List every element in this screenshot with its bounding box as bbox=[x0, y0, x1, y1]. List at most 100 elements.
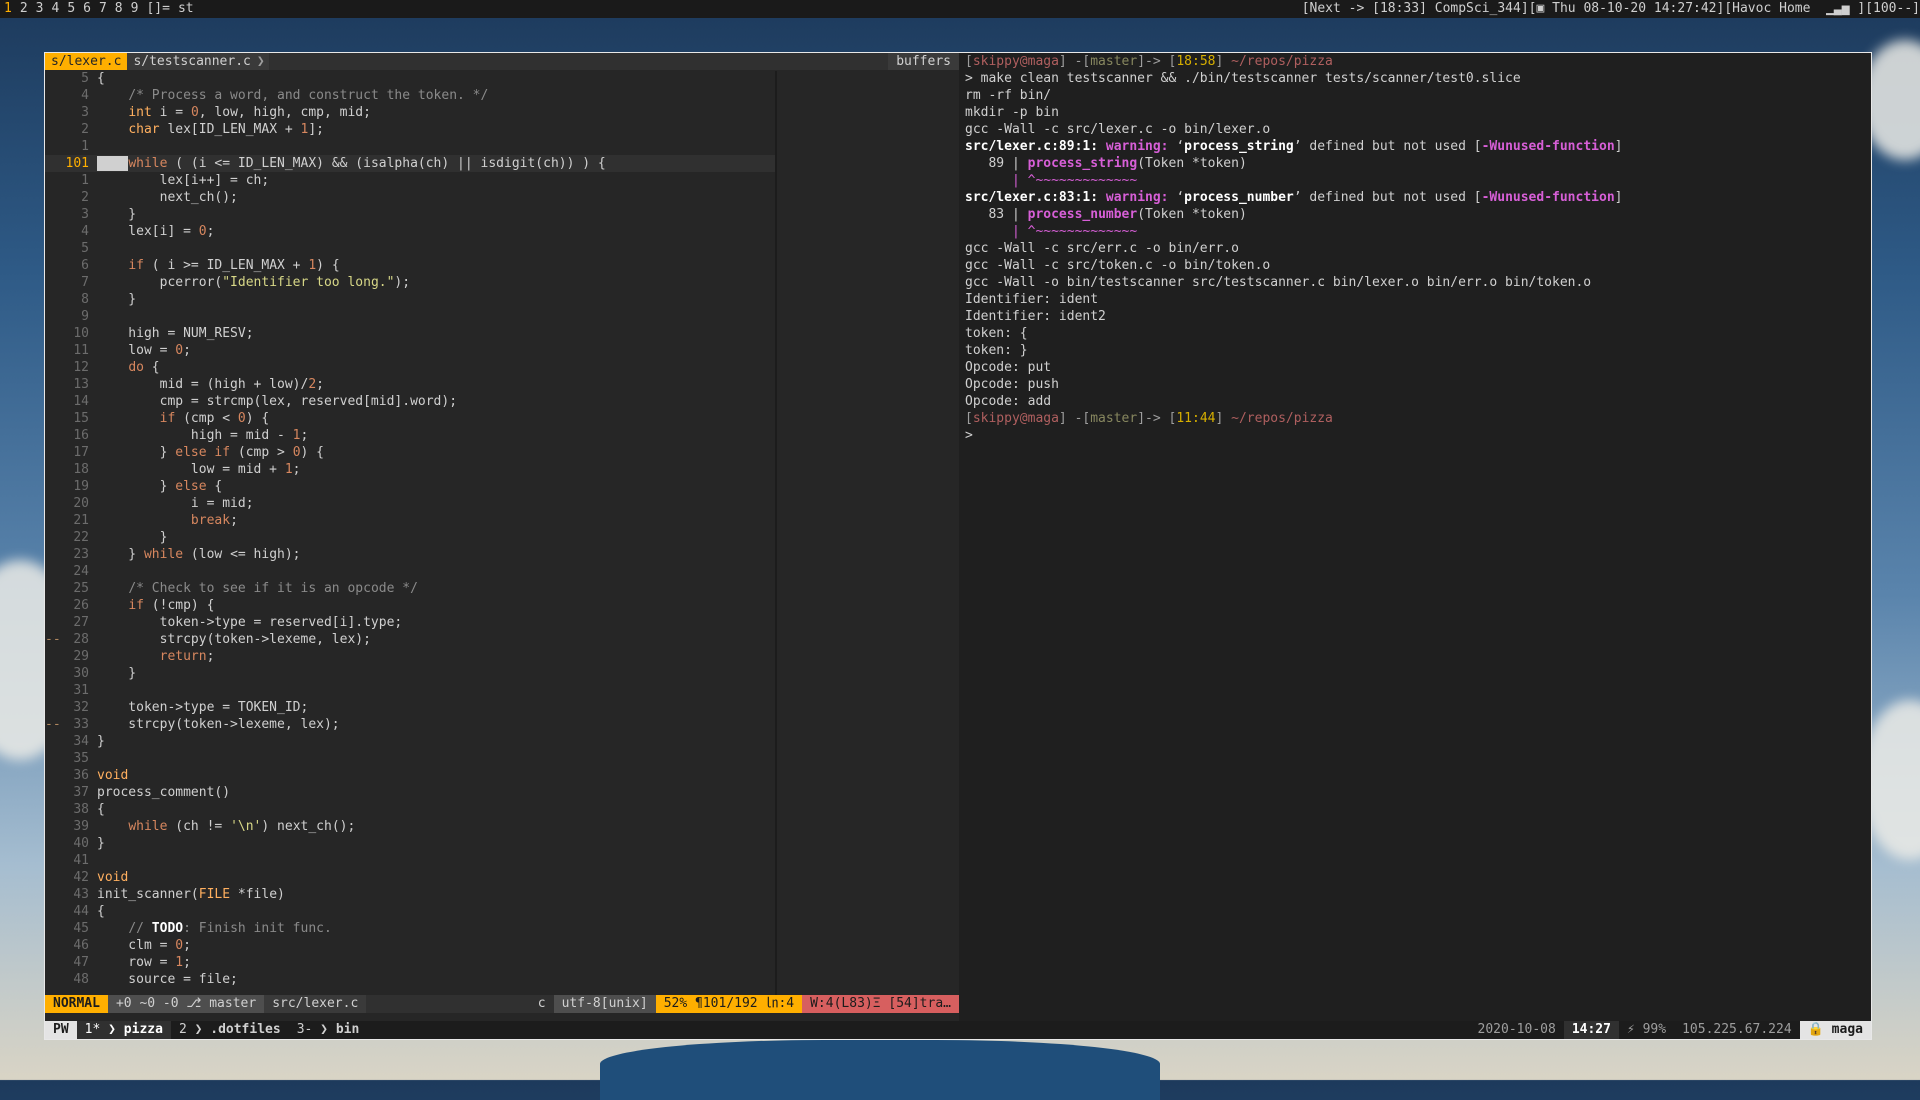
tmux-window-1[interactable]: 2 ❯ .dotfiles bbox=[171, 1021, 289, 1039]
code-line[interactable]: 42 void bbox=[45, 869, 775, 886]
git-sign bbox=[45, 750, 59, 767]
workspace-tag[interactable]: 2 bbox=[16, 1, 32, 16]
code-line[interactable]: 20 i = mid; bbox=[45, 495, 775, 512]
code-line[interactable]: 48 source = file; bbox=[45, 971, 775, 988]
line-number: 18 bbox=[73, 462, 89, 477]
workspace-tag[interactable]: 3 bbox=[32, 1, 48, 16]
code-line[interactable]: 1 lex[i++] = ch; bbox=[45, 172, 775, 189]
tab-lexer[interactable]: s/lexer.c bbox=[45, 53, 128, 70]
code-line[interactable]: 3 } bbox=[45, 206, 775, 223]
shell-input[interactable]: > bbox=[965, 427, 1865, 444]
line-number: 9 bbox=[81, 309, 89, 324]
code-line[interactable]: 34} bbox=[45, 733, 775, 750]
line-text: } bbox=[97, 835, 105, 852]
code-line[interactable]: 47 row = 1; bbox=[45, 954, 775, 971]
code-line[interactable]: 8 } bbox=[45, 291, 775, 308]
code-line[interactable]: -- 33 strcpy(token->lexeme, lex); bbox=[45, 716, 775, 733]
line-text: } else { bbox=[97, 478, 223, 495]
code-line[interactable]: 4 /* Process a word, and construct the t… bbox=[45, 87, 775, 104]
code-line[interactable]: 38 { bbox=[45, 801, 775, 818]
code-line[interactable]: 12 do { bbox=[45, 359, 775, 376]
file-name: src/lexer.c bbox=[264, 995, 367, 1013]
code-line[interactable]: 17 } else if (cmp > 0) { bbox=[45, 444, 775, 461]
code-editor[interactable]: 5{4 /* Process a word, and construct the… bbox=[45, 70, 775, 995]
line-number: 17 bbox=[73, 445, 89, 460]
code-line[interactable]: 46 clm = 0; bbox=[45, 937, 775, 954]
line-text: if (cmp < 0) { bbox=[97, 410, 270, 427]
workspace-tag[interactable]: 5 bbox=[63, 1, 79, 16]
code-line[interactable]: 27 token->type = reserved[i].type; bbox=[45, 614, 775, 631]
code-line[interactable]: 39 while (ch != '\n') next_ch(); bbox=[45, 818, 775, 835]
code-line[interactable]: 1 bbox=[45, 138, 775, 155]
code-line[interactable]: -- 28 strcpy(token->lexeme, lex); bbox=[45, 631, 775, 648]
code-token: else bbox=[175, 479, 207, 494]
shell-pane[interactable]: [skippy@maga] -[master]-> [18:58] ~/repo… bbox=[959, 53, 1871, 1021]
output-line: mkdir -p bin bbox=[965, 105, 1059, 120]
workspace-tag[interactable]: 7 bbox=[95, 1, 111, 16]
terminal-window[interactable]: s/lexer.c s/testscanner.c ❯ buffers 5{4 … bbox=[44, 52, 1872, 1040]
line-number: 38 bbox=[73, 802, 89, 817]
code-line[interactable]: 24 bbox=[45, 563, 775, 580]
code-line[interactable]: 14 cmp = strcmp(lex, reserved[mid].word)… bbox=[45, 393, 775, 410]
code-line[interactable]: 25 /* Check to see if it is an opcode */ bbox=[45, 580, 775, 597]
code-line[interactable]: 5{ bbox=[45, 70, 775, 87]
code-line[interactable]: 101 while ( (i <= ID_LEN_MAX) && (isalph… bbox=[45, 155, 775, 172]
code-line[interactable]: 41 bbox=[45, 852, 775, 869]
code-line[interactable]: 32 token->type = TOKEN_ID; bbox=[45, 699, 775, 716]
code-line[interactable]: 6 if ( i >= ID_LEN_MAX + 1) { bbox=[45, 257, 775, 274]
code-token: (cmp > bbox=[230, 445, 293, 460]
code-line[interactable]: 43 init_scanner(FILE *file) bbox=[45, 886, 775, 903]
code-line[interactable]: 36 void bbox=[45, 767, 775, 784]
code-line[interactable]: 35 bbox=[45, 750, 775, 767]
line-text: /* Process a word, and construct the tok… bbox=[97, 87, 488, 104]
code-line[interactable]: 4 lex[i] = 0; bbox=[45, 223, 775, 240]
code-line[interactable]: 23 } while (low <= high); bbox=[45, 546, 775, 563]
code-line[interactable]: 40} bbox=[45, 835, 775, 852]
output-line: token: { bbox=[965, 326, 1028, 341]
code-line[interactable]: 31 bbox=[45, 682, 775, 699]
code-line[interactable]: 45 // TODO: Finish init func. bbox=[45, 920, 775, 937]
code-token: 0 bbox=[190, 105, 199, 120]
code-line[interactable]: 7 pcerror("Identifier too long."); bbox=[45, 274, 775, 291]
code-token: if bbox=[159, 411, 176, 426]
line-text: } while (low <= high); bbox=[97, 546, 300, 563]
code-line[interactable]: 37 process_comment() bbox=[45, 784, 775, 801]
code-token: low = bbox=[97, 343, 176, 358]
line-text: low = 0; bbox=[97, 342, 191, 359]
code-line[interactable]: 22 } bbox=[45, 529, 775, 546]
file-encoding: utf-8[unix] bbox=[553, 995, 656, 1013]
code-line[interactable]: 2 next_ch(); bbox=[45, 189, 775, 206]
workspace-tag[interactable]: 4 bbox=[47, 1, 63, 16]
code-line[interactable]: 10 high = NUM_RESV; bbox=[45, 325, 775, 342]
code-line[interactable]: 44 { bbox=[45, 903, 775, 920]
workspace-tag[interactable]: 6 bbox=[79, 1, 95, 16]
code-line[interactable]: 3 int i = 0, low, high, cmp, mid; bbox=[45, 104, 775, 121]
code-line[interactable]: 21 break; bbox=[45, 512, 775, 529]
line-text: if (!cmp) { bbox=[97, 597, 214, 614]
code-line[interactable]: 29 return; bbox=[45, 648, 775, 665]
line-text: } bbox=[97, 733, 105, 750]
vim-empty-split[interactable] bbox=[775, 71, 959, 995]
code-line[interactable]: 5 bbox=[45, 240, 775, 257]
vim-pane[interactable]: s/lexer.c s/testscanner.c ❯ buffers 5{4 … bbox=[45, 53, 959, 1021]
line-text: row = 1; bbox=[97, 954, 191, 971]
code-line[interactable]: 13 mid = (high + low)/2; bbox=[45, 376, 775, 393]
workspace-tag[interactable]: 9 bbox=[127, 1, 143, 16]
code-line[interactable]: 16 high = mid - 1; bbox=[45, 427, 775, 444]
code-line[interactable]: 19 } else { bbox=[45, 478, 775, 495]
workspace-tag[interactable]: 8 bbox=[111, 1, 127, 16]
code-line[interactable]: 9 bbox=[45, 308, 775, 325]
code-line[interactable]: 26 if (!cmp) { bbox=[45, 597, 775, 614]
code-line[interactable]: 18 low = mid + 1; bbox=[45, 461, 775, 478]
tmux-window-0[interactable]: 1* ❯ pizza bbox=[76, 1021, 171, 1039]
code-line[interactable]: 2 char lex[ID_LEN_MAX + 1]; bbox=[45, 121, 775, 138]
code-line[interactable]: 15 if (cmp < 0) { bbox=[45, 410, 775, 427]
tmux-session[interactable]: PW bbox=[45, 1021, 77, 1039]
code-line[interactable]: 11 low = 0; bbox=[45, 342, 775, 359]
tab-testscanner[interactable]: s/testscanner.c bbox=[127, 53, 257, 70]
code-line[interactable]: 30 } bbox=[45, 665, 775, 682]
workspace-tag[interactable]: 1 bbox=[0, 1, 16, 16]
window-title: st bbox=[177, 1, 194, 16]
tmux-window-2[interactable]: 3- ❯ bin bbox=[289, 1021, 368, 1039]
